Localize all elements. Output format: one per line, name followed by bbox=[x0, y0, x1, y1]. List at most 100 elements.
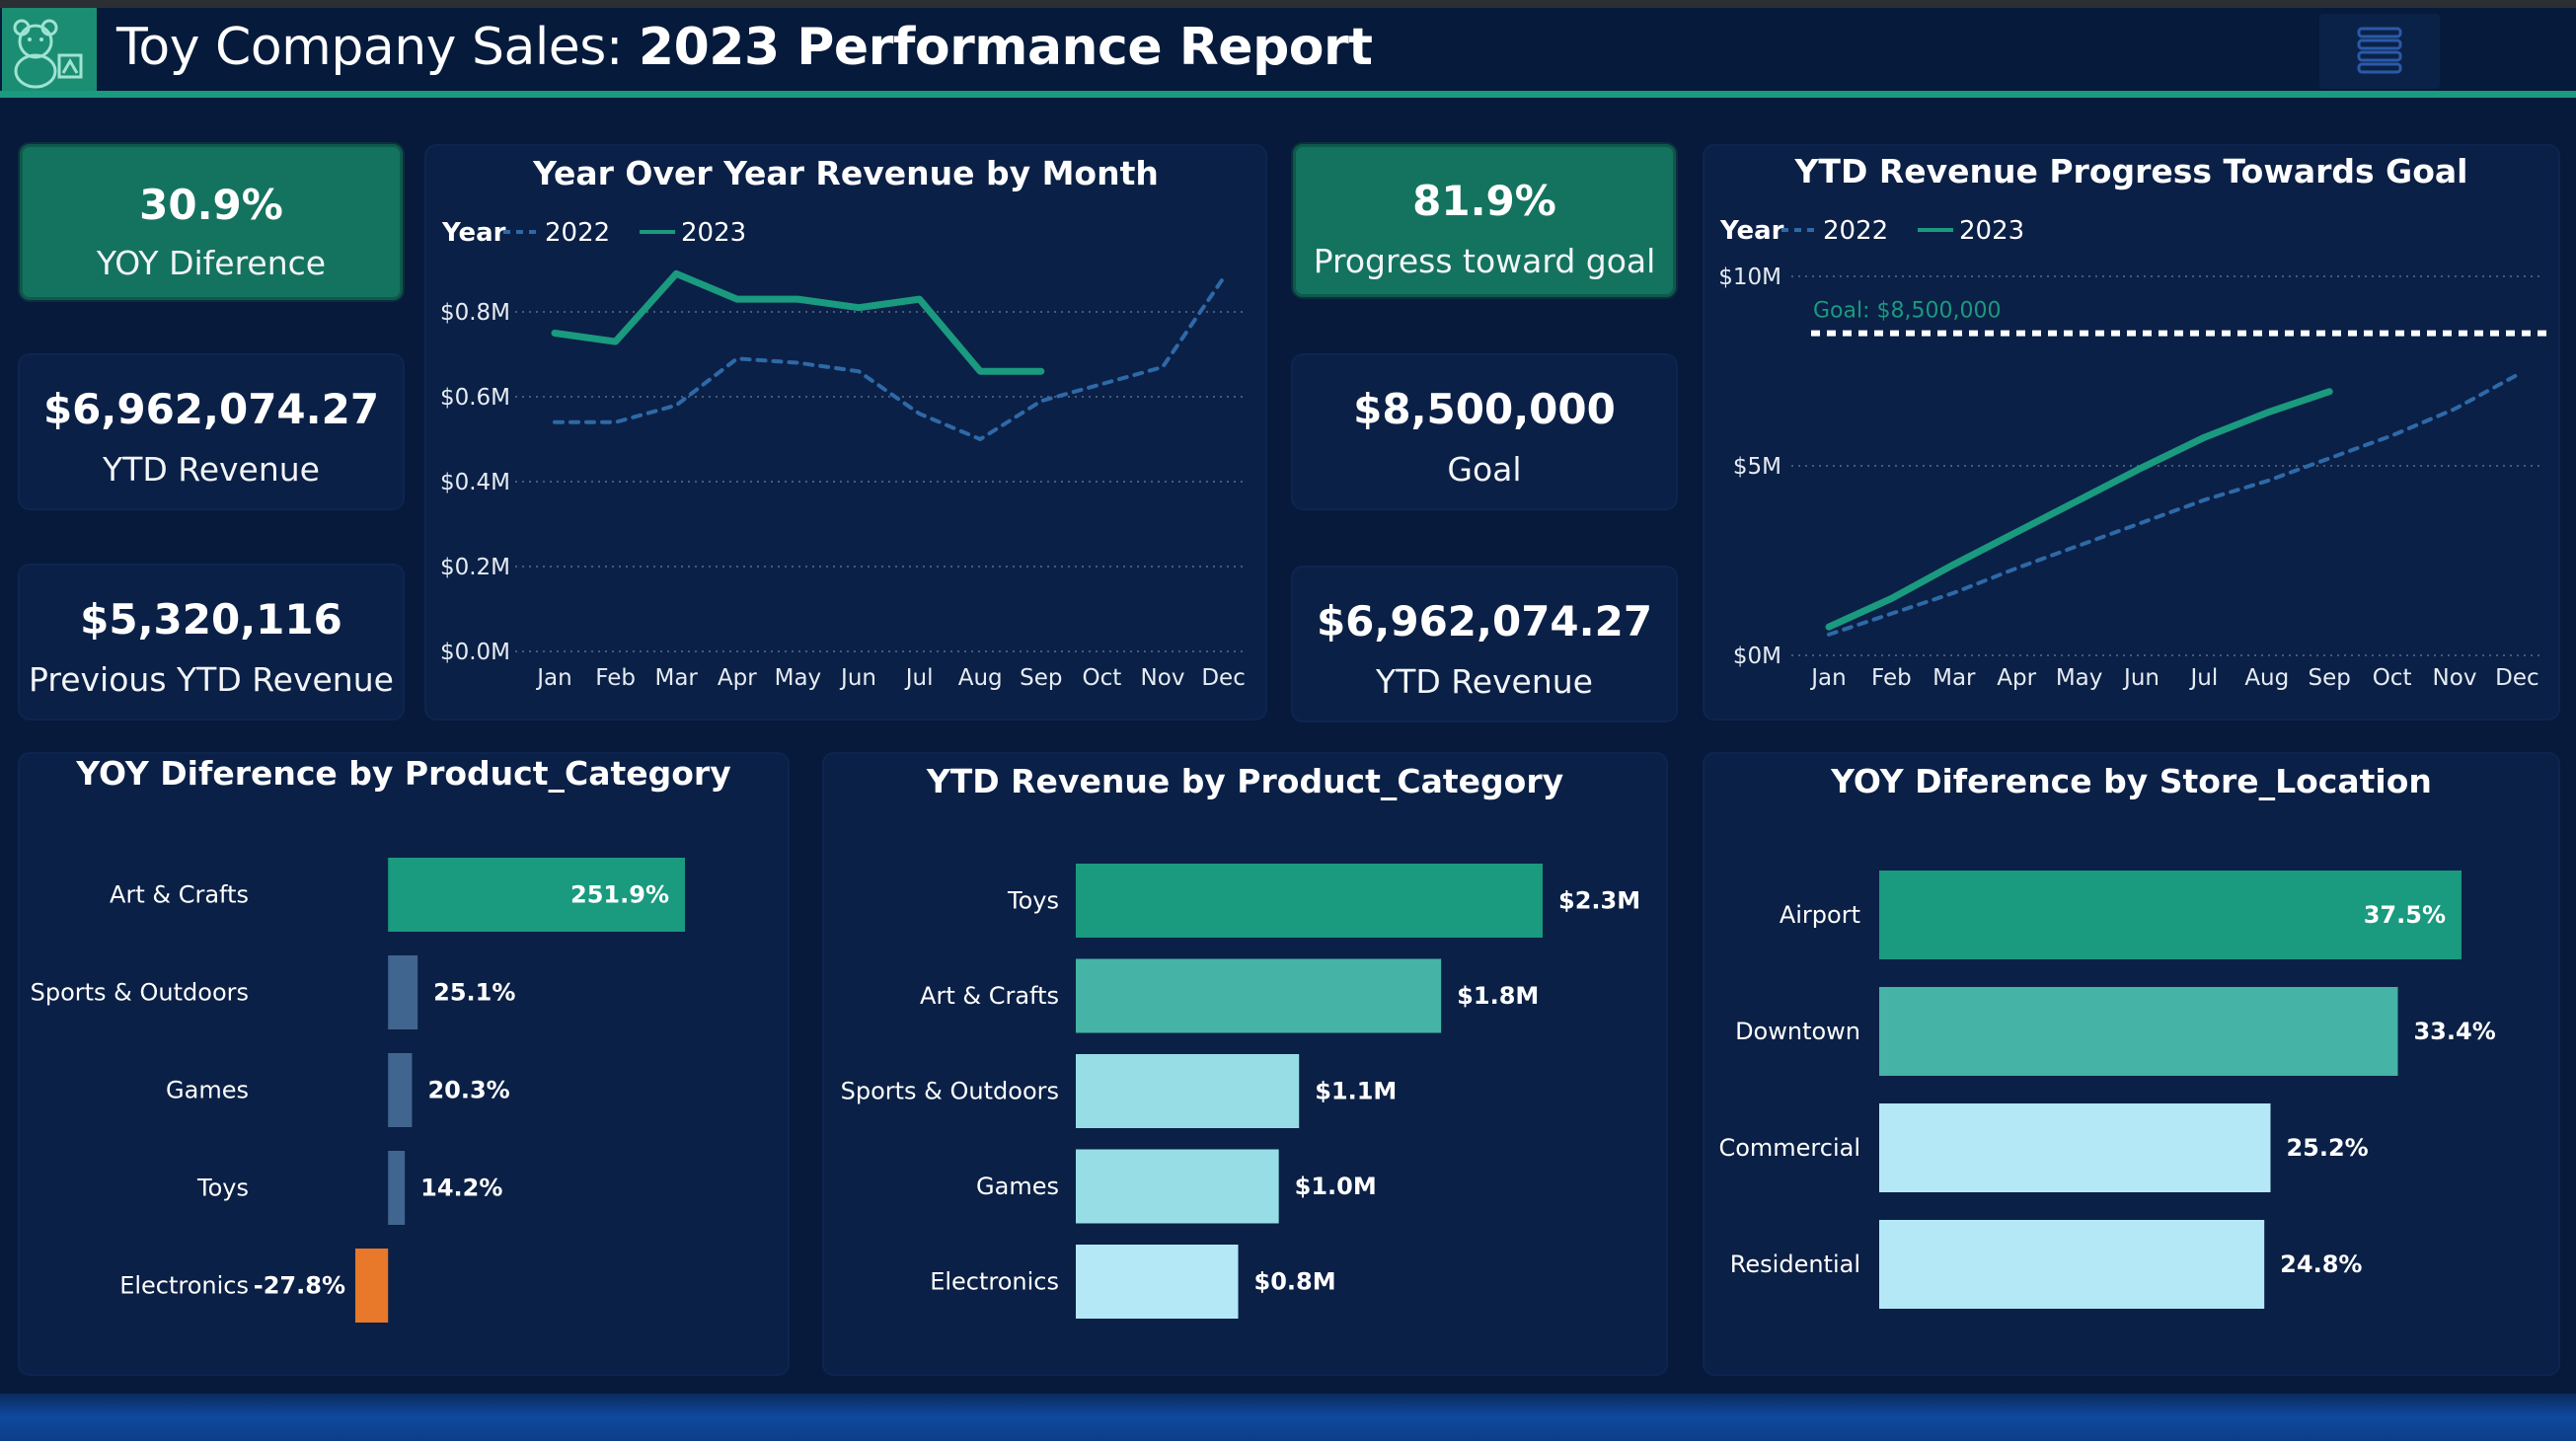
kpi-label: Progress toward goal bbox=[1313, 242, 1656, 280]
legend-label-2022: 2022 bbox=[1823, 216, 1888, 246]
x-tick-label: Oct bbox=[1083, 665, 1122, 691]
kpi-previous-ytd-revenue: $5,320,116 Previous YTD Revenue bbox=[20, 566, 403, 719]
kpi-value: $8,500,000 bbox=[1353, 385, 1616, 433]
kpi-yoy-difference: 30.9% YOY Diference bbox=[20, 144, 403, 300]
chart-yoy-by-store: YOY Diference by Store_Location Airport 3… bbox=[1705, 754, 2558, 1374]
x-tick-label: Jul bbox=[904, 665, 934, 691]
x-tick-label: Sep bbox=[2309, 665, 2351, 691]
bar-chart-yoy-store: Airport 37.5% Downtown 33.4% Commercial 25.2%… bbox=[1718, 871, 2496, 1309]
bar bbox=[1879, 1103, 2271, 1192]
kpi-label: YTD Revenue bbox=[1376, 662, 1593, 701]
bar-chart-ytd-category: Toys $2.3M Art & Crafts $1.8M Sports & Outdo… bbox=[841, 864, 1640, 1319]
x-tick-label: Nov bbox=[1141, 665, 1185, 691]
category-label: Commercial bbox=[1718, 1134, 1860, 1162]
kpi-value: 30.9% bbox=[139, 181, 283, 229]
chart-yoy-by-category: YOY Diference by Product_Category Art & … bbox=[20, 754, 788, 1374]
series-line-2022 bbox=[1827, 372, 2520, 637]
bar bbox=[1879, 1220, 2265, 1309]
chart-ytd-by-category: YTD Revenue by Product_Category Toys $2.3… bbox=[824, 754, 1666, 1374]
legend-title: Year bbox=[441, 218, 506, 248]
bar-chart-yoy-category: Art & Crafts 251.9% Sports & Outdoors 25.1%… bbox=[31, 858, 685, 1323]
kpi-value: $6,962,074.27 bbox=[42, 385, 380, 433]
bar bbox=[355, 1249, 389, 1323]
window-top-edge bbox=[0, 0, 2576, 8]
line-chart-yoy: Year 2022 2023 $0.0M $0.2M $0.4M $0.6M $0.8M Jan… bbox=[440, 218, 1248, 691]
x-tick-label: Aug bbox=[958, 665, 1003, 691]
bar bbox=[388, 1151, 406, 1225]
goal-label: Goal: $8,500,000 bbox=[1813, 299, 2001, 324]
category-label: Games bbox=[166, 1077, 249, 1104]
kpi-label: Goal bbox=[1447, 450, 1522, 489]
legend-title: Year bbox=[1719, 216, 1784, 246]
bar bbox=[388, 955, 418, 1029]
bar bbox=[1076, 1245, 1239, 1319]
x-tick-label: Jan bbox=[535, 665, 571, 691]
x-tick-label: Jul bbox=[2189, 665, 2219, 691]
hamburger-menu-icon bbox=[2357, 27, 2402, 74]
kpi-value: $5,320,116 bbox=[80, 595, 342, 644]
x-tick-label: Feb bbox=[595, 665, 636, 691]
x-tick-label: May bbox=[2056, 665, 2103, 691]
x-tick-label: Jan bbox=[1809, 665, 1846, 691]
category-label: Art & Crafts bbox=[110, 881, 249, 909]
kpi-ytd-revenue: $6,962,074.27 YTD Revenue bbox=[20, 355, 403, 508]
kpi-progress-toward-goal: 81.9% Progress toward goal bbox=[1293, 144, 1676, 297]
y-tick-label: $0M bbox=[1733, 644, 1781, 669]
x-tick-label: Oct bbox=[2373, 665, 2412, 691]
kpi-ytd-revenue-right: $6,962,074.27 YTD Revenue bbox=[1293, 568, 1676, 720]
header-divider bbox=[0, 91, 2576, 98]
series-line-2023 bbox=[1825, 388, 2333, 631]
title-bold: 2023 Performance Report bbox=[638, 18, 1373, 77]
data-label: 14.2% bbox=[420, 1175, 502, 1202]
y-tick-label: $0.6M bbox=[440, 385, 510, 411]
bar bbox=[1076, 958, 1442, 1033]
x-tick-label: Apr bbox=[1997, 665, 2036, 691]
data-label: $1.8M bbox=[1457, 982, 1539, 1010]
x-tick-label: Nov bbox=[2433, 665, 2477, 691]
line-chart-ytd-goal: Year 2022 2023 $0M $5M $10M Jan Feb Mar Apr May Jun… bbox=[1718, 216, 2549, 691]
data-label: -27.8% bbox=[254, 1272, 345, 1300]
category-label: Downtown bbox=[1735, 1018, 1860, 1045]
x-tick-label: Dec bbox=[2495, 665, 2539, 691]
teddy-bear-icon bbox=[13, 19, 83, 89]
y-tick-label: $0.2M bbox=[440, 555, 510, 580]
bar bbox=[1879, 987, 2398, 1076]
y-tick-label: $5M bbox=[1733, 454, 1781, 480]
data-label: 24.8% bbox=[2280, 1251, 2362, 1278]
x-tick-label: Dec bbox=[1201, 665, 1246, 691]
x-tick-label: Apr bbox=[718, 665, 757, 691]
x-tick-label: Mar bbox=[1932, 665, 1976, 691]
page-title: Toy Company Sales: 2023 Performance Repo… bbox=[116, 16, 1373, 79]
legend-label-2023: 2023 bbox=[681, 218, 746, 248]
kpi-label: YTD Revenue bbox=[103, 450, 320, 489]
category-label: Sports & Outdoors bbox=[31, 979, 249, 1007]
data-label: 20.3% bbox=[427, 1077, 509, 1104]
category-label: Toys bbox=[1007, 887, 1059, 915]
bar bbox=[388, 1053, 413, 1127]
chart-yoy-revenue-by-month: Year Over Year Revenue by Month Year 2022… bbox=[426, 146, 1265, 719]
x-tick-label: Aug bbox=[2244, 665, 2289, 691]
title-prefix: Toy Company Sales: bbox=[116, 18, 639, 77]
kpi-value: 81.9% bbox=[1412, 177, 1556, 225]
data-label: 37.5% bbox=[2364, 901, 2446, 929]
category-label: Residential bbox=[1730, 1251, 1860, 1278]
category-label: Art & Crafts bbox=[920, 982, 1059, 1010]
data-label: $1.0M bbox=[1295, 1173, 1377, 1200]
data-label: $0.8M bbox=[1254, 1268, 1336, 1296]
kpi-label: Previous YTD Revenue bbox=[29, 660, 394, 699]
x-tick-label: Sep bbox=[1020, 665, 1062, 691]
x-tick-label: Jun bbox=[2122, 665, 2159, 691]
data-label: $1.1M bbox=[1315, 1078, 1397, 1105]
menu-button[interactable] bbox=[2319, 14, 2440, 89]
category-label: Electronics bbox=[930, 1268, 1059, 1296]
y-tick-label: $10M bbox=[1718, 265, 1781, 290]
y-tick-label: $0.8M bbox=[440, 300, 510, 326]
y-tick-label: $0.0M bbox=[440, 640, 510, 665]
bar bbox=[1076, 1054, 1300, 1128]
category-label: Games bbox=[976, 1173, 1059, 1200]
category-label: Toys bbox=[196, 1175, 249, 1202]
data-label: 25.1% bbox=[433, 979, 515, 1007]
category-label: Airport bbox=[1780, 901, 1860, 929]
legend-label-2022: 2022 bbox=[545, 218, 610, 248]
logo-tile bbox=[2, 8, 97, 93]
